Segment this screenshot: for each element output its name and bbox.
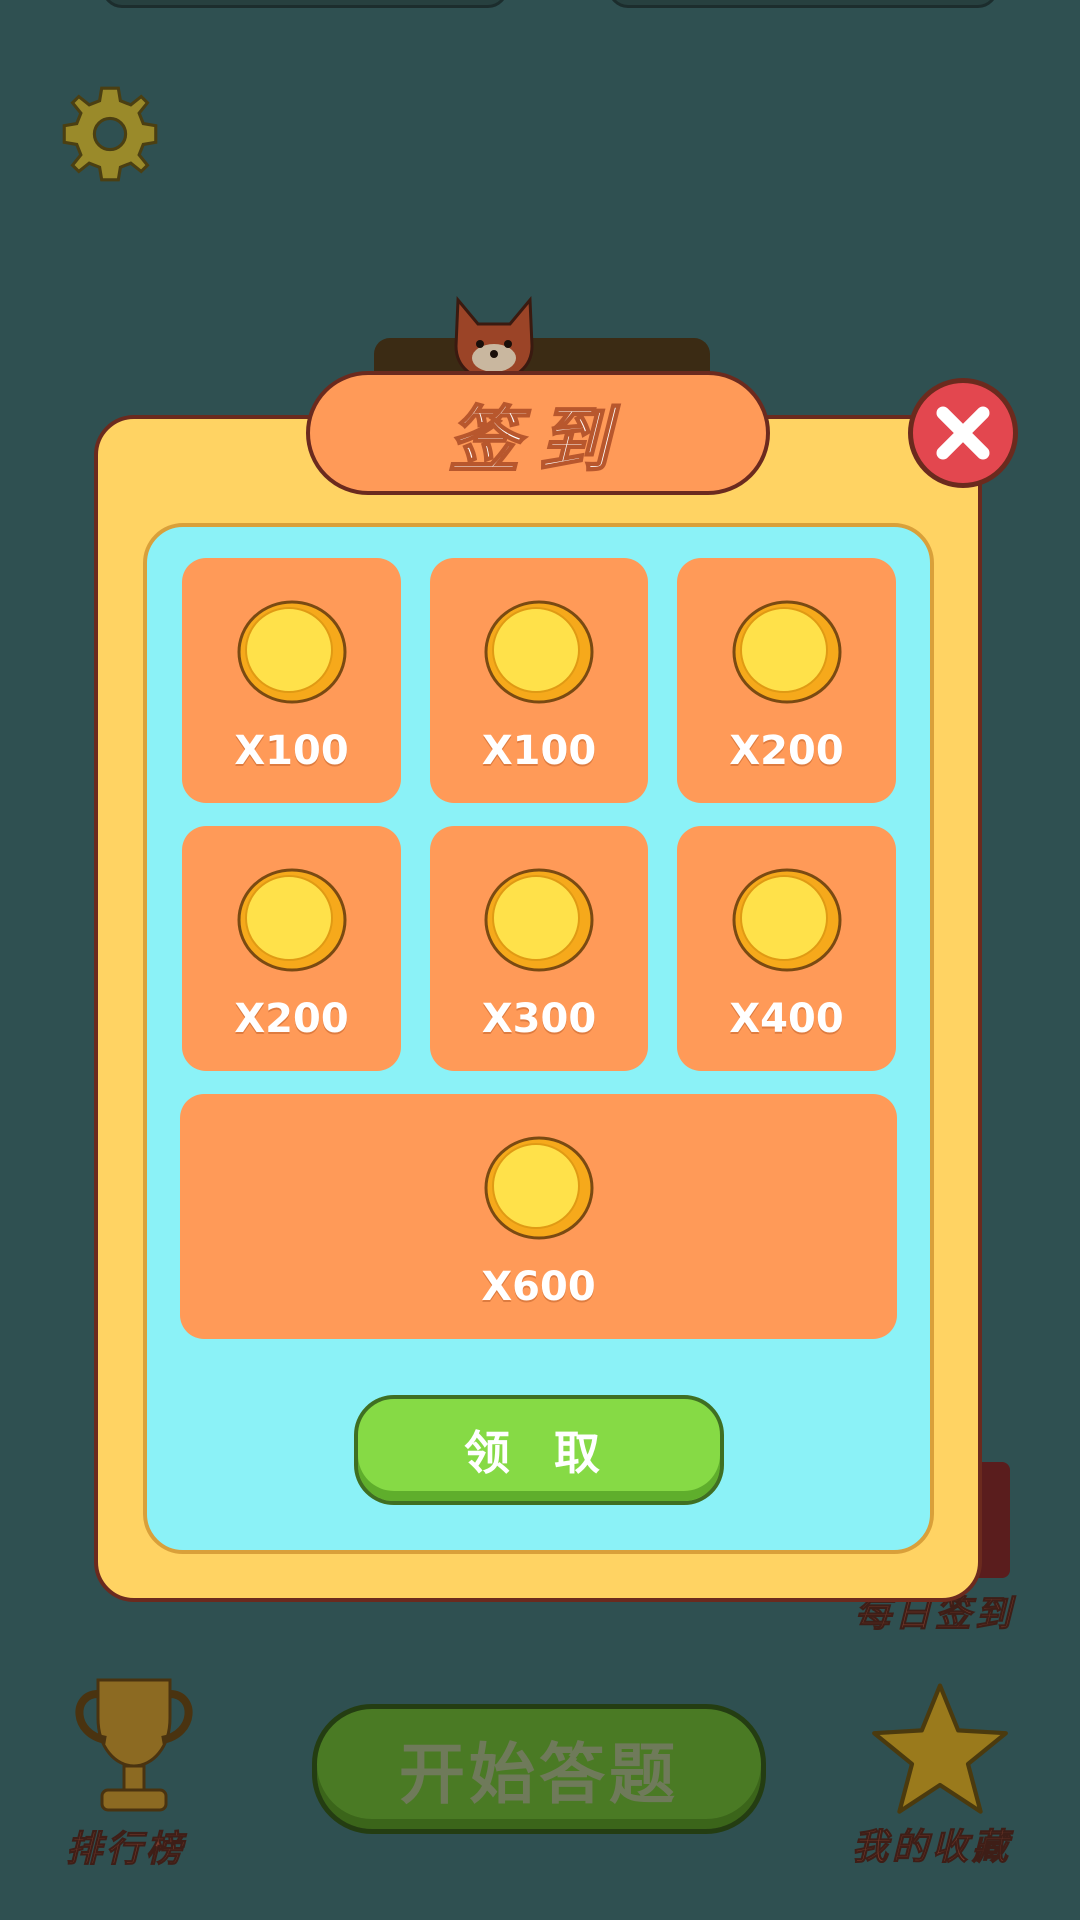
reward-day-5[interactable]: X300 (430, 826, 648, 1071)
reward-amount: X600 (481, 1264, 596, 1310)
reward-day-3[interactable]: X200 (677, 558, 896, 803)
favorites-label[interactable]: 我的收藏 (851, 1818, 1012, 1870)
reward-amount: X100 (234, 728, 349, 774)
reward-day-1[interactable]: X100 (182, 558, 401, 803)
start-quiz-button[interactable]: 开始答题 (312, 1704, 766, 1834)
star-icon[interactable] (870, 1680, 1010, 1820)
leaderboard-label[interactable]: 排行榜 (65, 1820, 186, 1872)
reward-day-4[interactable]: X200 (182, 826, 401, 1071)
coin-icon (237, 868, 346, 972)
fox-mascot (454, 296, 534, 380)
coin-icon (484, 1136, 593, 1240)
coin-icon (732, 600, 841, 704)
reward-amount: X100 (481, 728, 597, 774)
claim-button[interactable]: 领 取 (354, 1395, 724, 1505)
coin-icon (484, 868, 594, 972)
reward-day-2[interactable]: X100 (430, 558, 648, 803)
reward-amount: X300 (481, 996, 597, 1042)
reward-amount: X200 (729, 728, 844, 774)
reward-amount: X200 (234, 996, 349, 1042)
trophy-icon[interactable] (62, 1670, 206, 1820)
reward-day-7[interactable]: X600 (180, 1094, 897, 1339)
top-resource-bar-right (608, 0, 998, 8)
close-icon (936, 406, 990, 460)
reward-amount: X400 (729, 996, 844, 1042)
coin-icon (237, 600, 346, 704)
close-button[interactable] (908, 378, 1018, 488)
reward-day-6[interactable]: X400 (677, 826, 896, 1071)
top-resource-bar-left (102, 0, 508, 8)
coin-icon (484, 600, 594, 704)
dialog-title: 签到 (306, 371, 770, 495)
coin-icon (732, 868, 841, 972)
gear-icon[interactable] (58, 82, 162, 186)
